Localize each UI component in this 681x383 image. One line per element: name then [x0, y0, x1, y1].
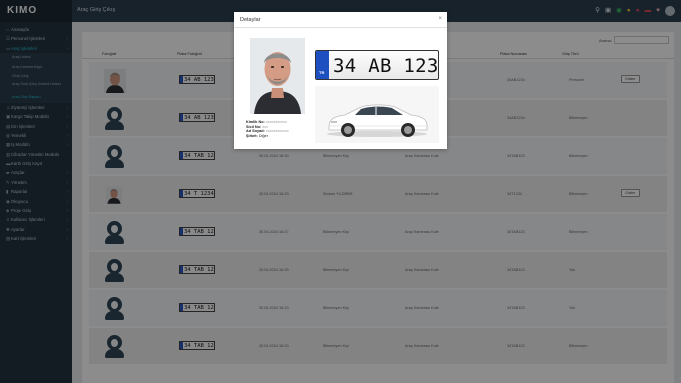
close-icon[interactable]: × [438, 16, 442, 22]
plate-country-code: TR [319, 70, 325, 75]
person-photo [250, 38, 305, 114]
info-label: Kimlik No: [246, 120, 265, 124]
info-value: xxxxxxxxxxxx [265, 129, 289, 134]
modal-title: Detaylar [240, 17, 261, 23]
license-plate-image: TR 34 AB 1234 [315, 50, 439, 80]
info-row-company: Şirket: Diğer [246, 134, 289, 139]
info-value: xxx [262, 124, 268, 129]
plate-number: 34 AB 1234 [333, 55, 439, 77]
details-modal: Detaylar × Kimlik No: xxxxxxxxxxx Sicil … [234, 12, 447, 149]
modal-divider [234, 27, 447, 28]
app-root: KIMO ⌂ Anasayfa ☰Personel İşlemleri › ▭Araç … [0, 0, 681, 383]
info-value: xxxxxxxxxxx [265, 120, 287, 124]
info-label: Ad Soyad: [246, 129, 265, 134]
person-info: Kimlik No: xxxxxxxxxxx Sicil No: xxx Ad … [246, 120, 289, 138]
vehicle-photo [315, 86, 439, 143]
info-label: Şirket: [246, 133, 258, 138]
info-label: Sicil No: [246, 124, 262, 129]
plate-country-strip: TR [316, 51, 329, 79]
info-value: Diğer [258, 133, 268, 138]
